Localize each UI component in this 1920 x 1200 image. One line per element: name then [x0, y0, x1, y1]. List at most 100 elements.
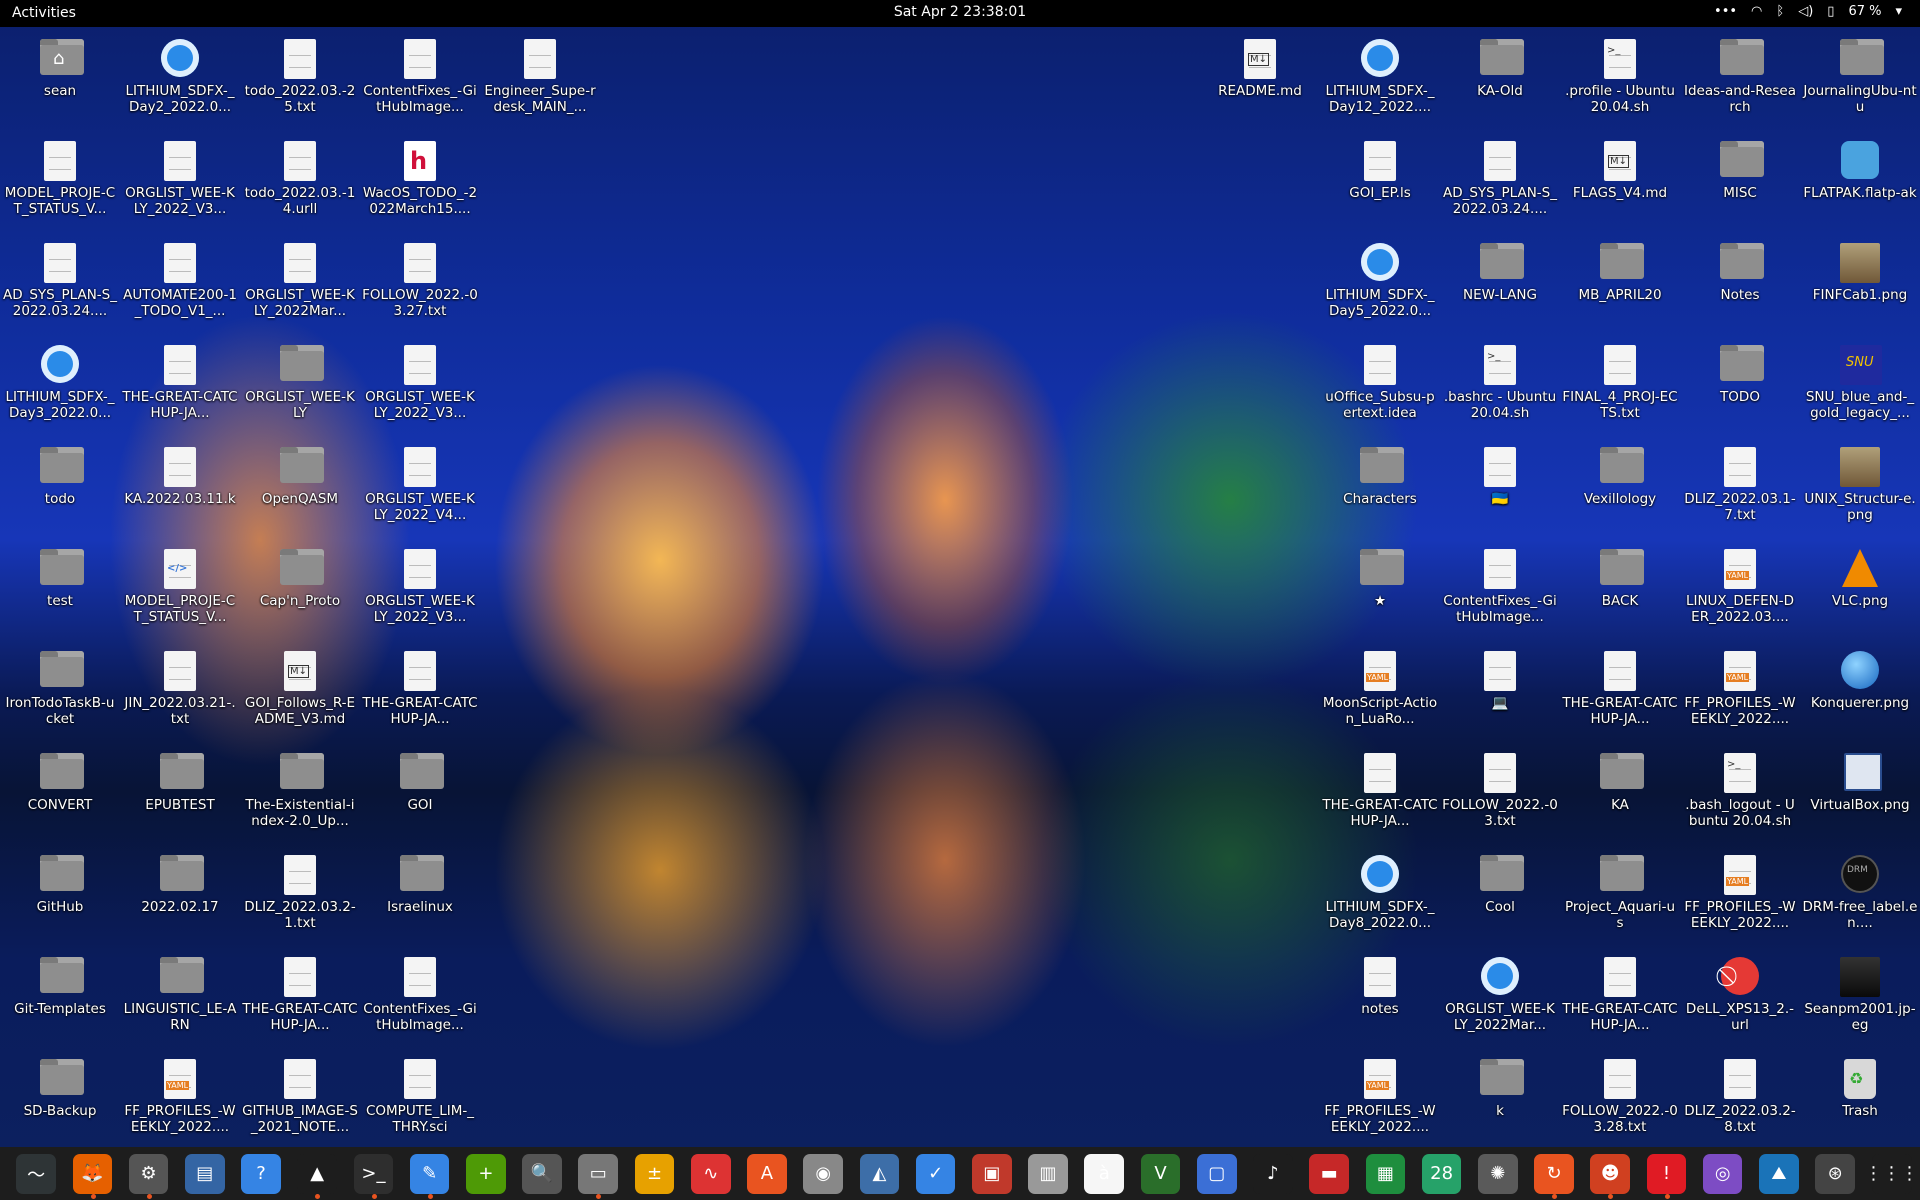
document-viewer-icon[interactable]: ▤ [184, 1153, 225, 1194]
desktop-icon[interactable]: GITHUB_IMAGE-S_2021_NOTE... [242, 1051, 358, 1151]
desktop-icon[interactable]: ★ [1322, 541, 1438, 641]
desktop-icon[interactable]: ORGLIST_WEE-KLY_2022Mar... [1442, 949, 1558, 1049]
music-icon[interactable]: ♪ [1253, 1153, 1293, 1194]
game-icon[interactable]: ☻ [1590, 1153, 1631, 1199]
desktop-icon[interactable]: ContentFixes_-GitHubImage... [362, 949, 478, 1049]
vlc-icon[interactable]: ▲ [297, 1153, 338, 1199]
desktop-icon[interactable]: KA [1562, 745, 1678, 845]
desktop-icon[interactable]: Seanpm2001.jp-eg [1802, 949, 1918, 1049]
desktop-icon[interactable]: LITHIUM_SDFX-_Day2_2022.0... [122, 31, 238, 131]
desktop-icon[interactable]: IronTodoTaskB-ucket [2, 643, 118, 743]
desktop-icon[interactable]: ⃠ DeLL_XPS13_2.-url [1682, 949, 1798, 1049]
bluetooth-icon[interactable]: ᛒ [1776, 4, 1784, 19]
characters-icon[interactable]: à [1084, 1153, 1125, 1194]
desktop-icon[interactable]: 2022.02.17 [122, 847, 238, 947]
desktop-icon[interactable]: UNIX_Structur-e.png [1802, 439, 1918, 539]
desktop-icon[interactable]: test [2, 541, 118, 641]
desktop-icon[interactable]: THE-GREAT-CATCHUP-JA... [122, 337, 238, 437]
desktop-icon[interactable]: FF_PROFILES_-WEEKLY_2022.... [1682, 643, 1798, 743]
desktop-icon[interactable]: LITHIUM_SDFX-_Day5_2022.0... [1322, 235, 1438, 335]
desktop-icon[interactable]: THE-GREAT-CATCHUP-JA... [242, 949, 358, 1049]
desktop-icon[interactable]: Characters [1322, 439, 1438, 539]
desktop-icon[interactable]: todo_2022.03.-14.urll [242, 133, 358, 233]
desktop-icon[interactable]: BACK [1562, 541, 1678, 641]
desktop-icon[interactable]: 🇺🇦 [1442, 439, 1558, 539]
monitor-chart-icon[interactable]: ∿ [690, 1153, 731, 1194]
desktop-icon[interactable]: .bashrc - Ubuntu 20.04.sh [1442, 337, 1558, 437]
desktop[interactable]: sean MODEL_PROJE-CT_STATUS_V... AD_SYS_PLA… [0, 27, 1920, 1147]
desktop-icon[interactable]: GitHub [2, 847, 118, 947]
desktop-icon[interactable]: COMPUTE_LIM-_THRY.sci [362, 1051, 478, 1151]
desktop-icon[interactable]: FF_PROFILES_-WEEKLY_2022.... [1322, 1051, 1438, 1151]
clock[interactable]: Sat Apr 2 23:38:01 [894, 4, 1026, 20]
desktop-icon[interactable]: CONVERT [2, 745, 118, 845]
desktop-icon[interactable]: Git-Templates [2, 949, 118, 1049]
desktop-icon[interactable]: SNU SNU_blue_and-_gold_legacy_... [1802, 337, 1918, 437]
desktop-icon[interactable]: LINGUISTIC_LE-ARN [122, 949, 238, 1049]
desktop-icon[interactable]: LITHIUM_SDFX-_Day8_2022.0... [1322, 847, 1438, 947]
desktop-icon[interactable]: LITHIUM_SDFX-_Day3_2022.0... [2, 337, 118, 437]
ellipsis-icon[interactable]: ••• [1714, 4, 1737, 19]
desktop-icon[interactable]: FOLLOW_2022.-03.27.txt [362, 235, 478, 335]
desktop-icon[interactable]: MoonScript-Action_LuaRo... [1322, 643, 1438, 743]
desktop-icon[interactable]: notes [1322, 949, 1438, 1049]
desktop-icon[interactable]: GOI_EP.ls [1322, 133, 1438, 233]
todo-icon[interactable]: ✓ [915, 1153, 956, 1194]
chevron-down-icon[interactable]: ▾ [1895, 4, 1902, 19]
files-icon[interactable]: ▭ [578, 1153, 619, 1199]
desktop-icon[interactable]: JournalingUbu-ntu [1802, 31, 1918, 131]
archive-icon[interactable]: ▥ [1028, 1153, 1068, 1194]
desktop-icon[interactable]: GOI_Follows_R-EADME_V3.md [242, 643, 358, 743]
settings-icon[interactable]: ⚙ [128, 1153, 169, 1199]
desktop-icon[interactable]: LITHIUM_SDFX-_Day12_2022.... [1322, 31, 1438, 131]
desktop-icon[interactable]: JIN_2022.03.21-.txt [122, 643, 238, 743]
desktop-icon[interactable]: h WacOS_TODO_-2022March15.... [362, 133, 478, 233]
desktop-icon[interactable]: 💻 [1442, 643, 1558, 743]
desktop-icon[interactable]: VLC.png [1802, 541, 1918, 641]
desktop-icon[interactable]: AD_SYS_PLAN-S_2022.03.24.... [2, 235, 118, 335]
desktop-icon[interactable]: KA.2022.03.11.k [122, 439, 238, 539]
desktop-icon[interactable]: SD-Backup [2, 1051, 118, 1151]
show-apps-icon[interactable]: ⋮⋮⋮ [1865, 1153, 1919, 1194]
desktop-icon[interactable]: MISC [1682, 133, 1798, 233]
desktop-icon[interactable]: Engineer_Supe-rdesk_MAIN_... [482, 31, 598, 131]
calendar-icon[interactable]: 28 [1421, 1153, 1462, 1194]
desktop-icon[interactable]: FLAGS_V4.md [1562, 133, 1678, 233]
desktop-icon[interactable]: ORGLIST_WEE-KLY_2022_V3... [362, 337, 478, 437]
desktop-icon[interactable]: DLIZ_2022.03.1-7.txt [1682, 439, 1798, 539]
desktop-icon[interactable]: FLATPAK.flatp-ak [1802, 133, 1918, 233]
desktop-icon[interactable]: NEW-LANG [1442, 235, 1558, 335]
battery-icon[interactable]: ▯ [1827, 4, 1834, 19]
desktop-icon[interactable]: ORGLIST_WEE-KLY_2022Mar... [242, 235, 358, 335]
scanner-icon[interactable]: ◭ [859, 1153, 900, 1194]
steam-icon[interactable]: ⊛ [1815, 1153, 1855, 1194]
desktop-icon[interactable]: README.md [1202, 31, 1318, 131]
weather-icon[interactable]: ⛰ [1759, 1153, 1799, 1194]
system-monitor-icon[interactable]: 〜 [16, 1153, 56, 1194]
wifi-icon[interactable]: ◠ [1751, 4, 1762, 19]
desktop-icon[interactable]: ContentFixes_-GitHubImage... [1442, 541, 1558, 641]
desktop-icon[interactable]: VirtualBox.png [1802, 745, 1918, 845]
calculator-icon[interactable]: ± [634, 1153, 675, 1194]
desktop-icon[interactable]: FINAL_4_PROJ-ECTS.txt [1562, 337, 1678, 437]
desktop-icon[interactable]: Notes [1682, 235, 1798, 335]
desktop-icon[interactable]: EPUBTEST [122, 745, 238, 845]
activities-button[interactable]: Activities [12, 5, 76, 21]
desktop-icon[interactable]: FOLLOW_2022.-03.txt [1442, 745, 1558, 845]
image-viewer-icon[interactable]: 🔍 [522, 1153, 562, 1194]
desktop-icon[interactable]: uOffice_Subsu-pertext.idea [1322, 337, 1438, 437]
desktop-icon[interactable]: KA-Old [1442, 31, 1558, 131]
pdf-icon[interactable]: ▬ [1309, 1153, 1349, 1194]
desktop-icon[interactable]: THE-GREAT-CATCHUP-JA... [362, 643, 478, 743]
desktop-icon[interactable]: AUTOMATE200-1_TODO_V1_... [122, 235, 238, 335]
software-store-icon[interactable]: A [747, 1153, 787, 1194]
spreadsheet-icon[interactable]: ▦ [1365, 1153, 1406, 1194]
desktop-icon[interactable]: FF_PROFILES_-WEEKLY_2022.... [122, 1051, 238, 1151]
firefox-icon[interactable]: 🦊 [72, 1153, 113, 1199]
desktop-icon[interactable]: Project_Aquari-us [1562, 847, 1678, 947]
disk-icon[interactable]: ◉ [803, 1153, 843, 1194]
desktop-icon[interactable]: DLIZ_2022.03.2-8.txt [1682, 1051, 1798, 1151]
desktop-icon[interactable]: .bash_logout - Ubuntu 20.04.sh [1682, 745, 1798, 845]
desktop-icon[interactable]: TODO [1682, 337, 1798, 437]
desktop-icon[interactable]: MODEL_PROJE-CT_STATUS_V... [122, 541, 238, 641]
